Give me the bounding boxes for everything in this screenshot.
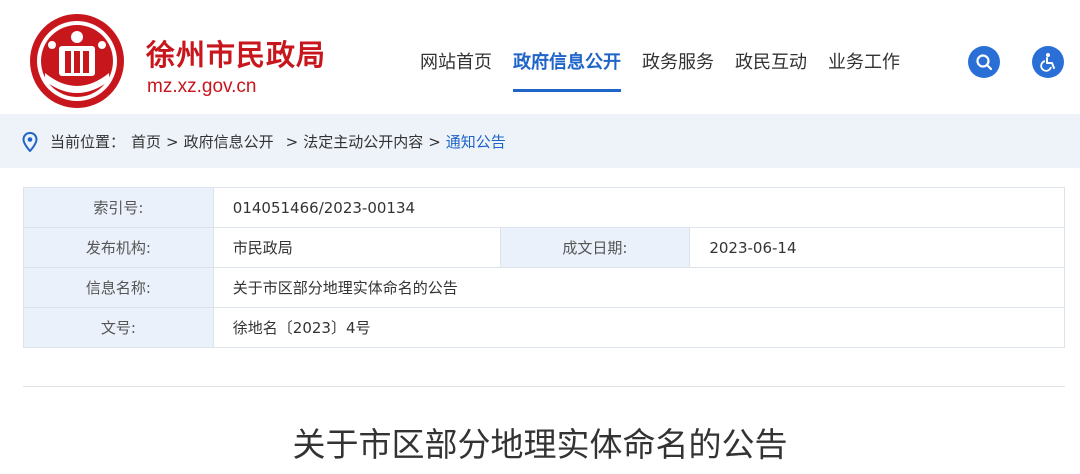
- nav-item-home[interactable]: 网站首页: [420, 48, 492, 92]
- page: 徐州市民政局 mz.xz.gov.cn 网站首页 政府信息公开 政务服务 政民互…: [0, 0, 1080, 474]
- site-domain: mz.xz.gov.cn: [147, 76, 257, 97]
- breadcrumb-item-home[interactable]: 首页: [131, 131, 161, 152]
- nav-item-interaction[interactable]: 政民互动: [735, 48, 807, 92]
- date-value: 2023-06-14: [689, 227, 1065, 268]
- table-row: 索引号: 014051466/2023-00134: [23, 187, 1066, 228]
- breadcrumb-bar: 当前位置： 首页 > 政府信息公开 > 法定主动公开内容 > 通知公告: [0, 114, 1080, 168]
- search-icon: [976, 54, 993, 71]
- breadcrumb-separator: >: [428, 132, 441, 151]
- breadcrumb-item-notices[interactable]: 通知公告: [446, 131, 506, 152]
- index-label: 索引号:: [23, 187, 214, 228]
- main-nav: 网站首页 政府信息公开 政务服务 政民互动 业务工作: [420, 48, 921, 92]
- table-row: 文号: 徐地名〔2023〕4号: [23, 307, 1066, 348]
- site-header: 徐州市民政局 mz.xz.gov.cn 网站首页 政府信息公开 政务服务 政民互…: [0, 0, 1080, 112]
- civil-affairs-logo-icon[interactable]: [29, 13, 125, 109]
- divider: [23, 386, 1065, 387]
- table-row: 信息名称: 关于市区部分地理实体命名的公告: [23, 267, 1066, 308]
- publisher-value: 市民政局: [212, 227, 501, 268]
- breadcrumb-item-statutory[interactable]: 法定主动公开内容: [303, 131, 423, 152]
- location-pin-icon: [22, 131, 38, 152]
- index-value: 014051466/2023-00134: [212, 187, 1066, 228]
- info-name-label: 信息名称:: [23, 267, 214, 308]
- accessibility-button[interactable]: [1032, 46, 1064, 78]
- doc-number-value: 徐地名〔2023〕4号: [212, 307, 1066, 348]
- article-title: 关于市区部分地理实体命名的公告: [292, 425, 788, 464]
- breadcrumb-prefix: 当前位置：: [50, 133, 126, 151]
- publisher-label: 发布机构:: [23, 227, 214, 268]
- nav-item-services[interactable]: 政务服务: [642, 48, 714, 92]
- wheelchair-icon: [1040, 53, 1055, 72]
- nav-item-business[interactable]: 业务工作: [828, 48, 900, 92]
- info-table: 索引号: 014051466/2023-00134 发布机构: 市民政局 成文日…: [23, 187, 1066, 348]
- breadcrumb-separator: >: [166, 132, 179, 151]
- table-row: 发布机构: 市民政局 成文日期: 2023-06-14: [23, 227, 1065, 268]
- date-label: 成文日期:: [499, 227, 691, 268]
- site-name[interactable]: 徐州市民政局: [146, 32, 326, 74]
- search-button[interactable]: [968, 46, 1000, 78]
- breadcrumb: 当前位置： 首页 > 政府信息公开 > 法定主动公开内容 > 通知公告: [22, 131, 506, 152]
- info-name-value: 关于市区部分地理实体命名的公告: [212, 267, 1066, 308]
- doc-number-label: 文号:: [23, 307, 214, 348]
- nav-item-gov-info[interactable]: 政府信息公开: [513, 48, 621, 92]
- breadcrumb-separator: >: [285, 132, 299, 151]
- breadcrumb-item-gov-info[interactable]: 政府信息公开: [184, 131, 274, 152]
